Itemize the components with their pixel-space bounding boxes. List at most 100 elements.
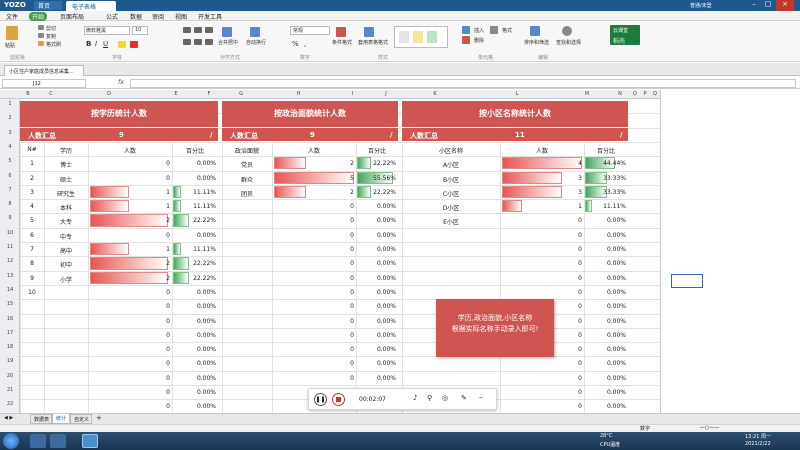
menu-data[interactable]: 数据	[130, 12, 142, 21]
find-select-icon[interactable]	[562, 26, 572, 36]
format-brush-button[interactable]: 格式刷	[46, 41, 61, 48]
row-header[interactable]: 4	[0, 144, 20, 150]
pen-icon[interactable]: ✎	[461, 394, 467, 402]
column-header[interactable]: P	[640, 91, 650, 97]
column-header[interactable]: F	[200, 91, 218, 97]
column-header[interactable]: G	[218, 91, 264, 97]
right-grid-area[interactable]	[660, 90, 800, 413]
account-status[interactable]: 普通/未登	[690, 2, 712, 9]
paste-button[interactable]: 粘贴	[5, 42, 15, 49]
close-icon[interactable]: ×	[776, 0, 794, 11]
column-header[interactable]: H	[264, 91, 333, 97]
column-header[interactable]: I	[333, 91, 372, 97]
zoom-slider-icon[interactable]: —○——	[700, 425, 719, 431]
delete-button[interactable]: 删除	[474, 37, 484, 44]
underline-icon[interactable]: U	[103, 40, 108, 48]
cut-icon[interactable]	[38, 25, 44, 30]
format-brush-icon[interactable]	[38, 41, 44, 46]
cut-button[interactable]: 剪切	[46, 25, 56, 32]
conditional-format-button[interactable]: 条件格式	[332, 39, 352, 46]
row-header[interactable]: 13	[0, 273, 20, 279]
thousands-icon[interactable]: ,	[304, 40, 306, 48]
menu-home[interactable]: 开始	[29, 12, 48, 21]
column-header[interactable]: L	[470, 91, 564, 97]
column-header[interactable]: M	[564, 91, 610, 97]
taskbar-office-icon[interactable]	[82, 434, 98, 448]
row-header[interactable]: 2	[0, 115, 20, 121]
stop-icon[interactable]	[332, 393, 345, 406]
align-center-icon[interactable]	[194, 39, 202, 45]
row-header[interactable]: 8	[0, 201, 20, 207]
row-header[interactable]: 18	[0, 344, 20, 350]
cloud-class-badge[interactable]: 云课堂 稻壳	[610, 25, 640, 45]
collapse-icon[interactable]: –	[479, 393, 483, 402]
menu-review[interactable]: 审阅	[152, 12, 164, 21]
menu-file[interactable]: 文件	[6, 12, 18, 21]
row-header[interactable]: 5	[0, 158, 20, 164]
paste-icon[interactable]	[6, 26, 18, 40]
insert-button[interactable]: 插入	[474, 27, 484, 34]
copy-icon[interactable]	[38, 33, 44, 38]
column-header[interactable]: Q	[650, 91, 660, 97]
insert-icon[interactable]	[462, 26, 470, 34]
format-button[interactable]: 格式	[502, 27, 512, 34]
microphone-icon[interactable]: ⚲	[427, 394, 432, 402]
align-left-icon[interactable]	[183, 39, 191, 45]
function-icon[interactable]: fx	[118, 79, 124, 86]
row-header[interactable]: 17	[0, 330, 20, 336]
wrap-text-icon[interactable]	[250, 27, 260, 37]
percent-icon[interactable]: %	[292, 40, 299, 48]
table-style-icon[interactable]	[364, 27, 374, 37]
selected-cell[interactable]	[671, 274, 703, 288]
row-header[interactable]: 20	[0, 373, 20, 379]
wrap-text-button[interactable]: 自动换行	[246, 39, 266, 46]
taskbar-explorer-icon[interactable]	[30, 434, 46, 448]
sheet-tab-stats[interactable]: 统计	[52, 414, 70, 424]
row-header[interactable]: 3	[0, 130, 20, 136]
style-swatch-gray[interactable]	[399, 31, 409, 43]
row-header[interactable]: 12	[0, 258, 20, 264]
column-header[interactable]: J	[372, 91, 400, 97]
column-header[interactable]: D	[66, 91, 152, 97]
copy-button[interactable]: 复制	[46, 33, 56, 40]
menu-formula[interactable]: 公式	[106, 12, 118, 21]
bold-icon[interactable]: B	[86, 40, 91, 48]
row-header[interactable]: 1	[0, 101, 20, 107]
column-header[interactable]: B	[20, 91, 36, 97]
pause-icon[interactable]: ❚❚	[314, 393, 327, 406]
volume-icon[interactable]: ♪	[413, 394, 417, 402]
row-header[interactable]: 14	[0, 287, 20, 293]
maximize-icon[interactable]: □	[762, 0, 774, 11]
row-header[interactable]: 6	[0, 173, 20, 179]
taskbar-media-icon[interactable]	[50, 434, 66, 448]
row-header[interactable]: 19	[0, 358, 20, 364]
column-header[interactable]: E	[152, 91, 200, 97]
add-sheet-icon[interactable]: +	[96, 414, 102, 422]
style-swatch-green[interactable]	[427, 31, 437, 43]
menu-developer[interactable]: 开发工具	[198, 12, 222, 21]
row-header[interactable]: 16	[0, 316, 20, 322]
sheet-nav-icon[interactable]: ◀ ▶	[4, 415, 13, 421]
font-color-icon[interactable]	[130, 41, 138, 48]
conditional-format-icon[interactable]	[336, 27, 346, 37]
menu-view[interactable]: 视图	[175, 12, 187, 21]
align-right-icon[interactable]	[205, 39, 213, 45]
column-header[interactable]: O	[630, 91, 640, 97]
sheet-tab-custom[interactable]: 自定义	[70, 414, 92, 424]
row-header[interactable]: 15	[0, 301, 20, 307]
row-header[interactable]: 22	[0, 401, 20, 407]
align-bottom-icon[interactable]	[205, 27, 213, 33]
row-header[interactable]: 10	[0, 230, 20, 236]
menu-page-layout[interactable]: 页面布局	[60, 12, 84, 21]
delete-icon[interactable]	[462, 36, 470, 44]
sort-filter-icon[interactable]	[530, 26, 540, 36]
row-header[interactable]: 11	[0, 244, 20, 250]
column-header[interactable]: N	[610, 91, 630, 97]
start-icon[interactable]	[3, 433, 19, 449]
name-box[interactable]: J12	[2, 79, 86, 88]
doc-tab-active[interactable]: 小区住户家庭成员信息采集...	[4, 65, 84, 76]
row-header[interactable]: 21	[0, 387, 20, 393]
style-swatch-yellow[interactable]	[413, 31, 423, 43]
format-icon[interactable]	[490, 26, 498, 34]
formula-input[interactable]	[130, 79, 796, 88]
